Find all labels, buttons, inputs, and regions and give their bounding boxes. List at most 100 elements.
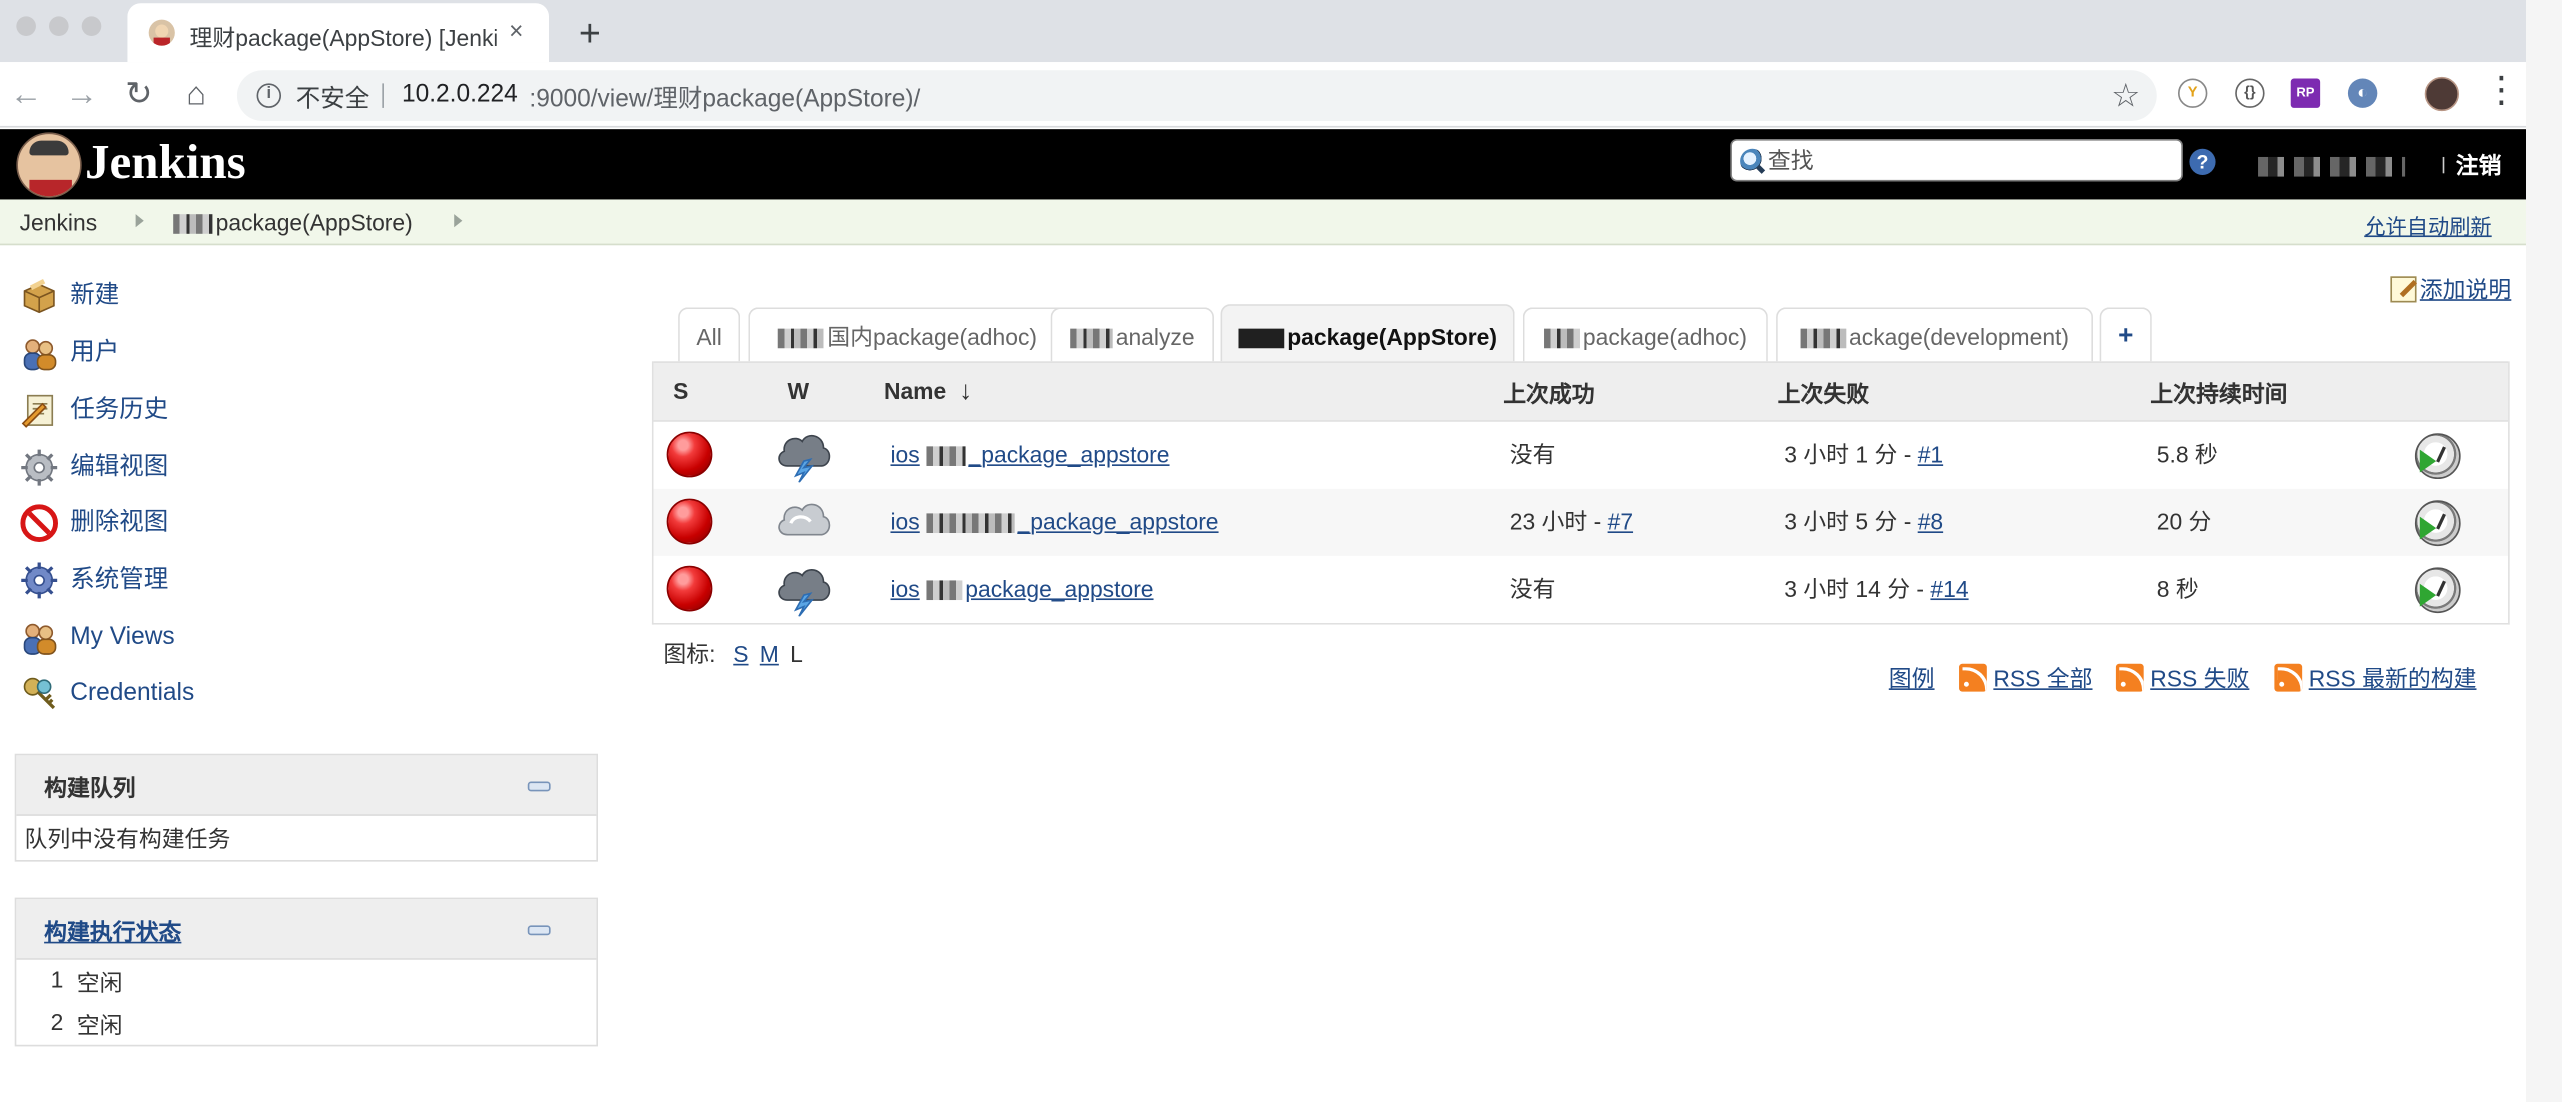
tab-all[interactable]: All <box>678 307 741 367</box>
new-tab-button[interactable]: + <box>569 13 611 56</box>
rss-feed-icon[interactable] <box>1959 663 1987 692</box>
job-name-link[interactable]: ios package_appstore <box>890 574 1153 603</box>
sidebar-item-label[interactable]: 系统管理 <box>70 564 168 597</box>
legend-link[interactable]: 图例 <box>1889 662 1935 695</box>
window-minimize-control[interactable] <box>49 16 69 36</box>
security-label: 不安全 <box>295 85 370 113</box>
back-button[interactable]: ← <box>7 75 46 114</box>
collapse-icon[interactable] <box>527 781 551 792</box>
window-close-control[interactable] <box>16 16 36 36</box>
job-name-link[interactable]: ios _package_appstore <box>890 507 1218 536</box>
sidebar-item-label[interactable]: 任务历史 <box>70 394 168 427</box>
jenkins-logo-icon[interactable] <box>16 132 82 198</box>
breadcrumb-current-view[interactable]: package(AppStore) <box>173 208 413 237</box>
yandex-extension-icon[interactable]: Y <box>2177 78 2208 108</box>
enable-auto-refresh-link[interactable]: 允许自动刷新 <box>2364 209 2491 240</box>
close-tab-icon[interactable]: × <box>500 16 533 49</box>
rss-feed-icon[interactable] <box>2274 663 2303 692</box>
logout-link[interactable]: 注销 <box>2456 149 2502 182</box>
schedule-build-icon[interactable] <box>2414 567 2461 614</box>
schedule-build-icon[interactable] <box>2414 500 2461 547</box>
breadcrumb-redacted-prefix <box>173 214 213 235</box>
last-failure-cell: 3 小时 5 分 - #8 <box>1784 507 1943 536</box>
executor-status: 空闲 <box>76 969 123 996</box>
users-icon <box>23 623 57 655</box>
rss-feed-icon[interactable] <box>2115 663 2144 692</box>
rss-latest-builds-link[interactable]: RSS 最新的构建 <box>2309 662 2477 695</box>
rss-failures-link[interactable]: RSS 失败 <box>2150 662 2249 695</box>
user-name-redacted[interactable] <box>2258 156 2406 177</box>
last-failure-build-link[interactable]: #14 <box>1930 576 1968 602</box>
jenkins-search-box[interactable]: 查找 <box>1730 138 2183 182</box>
name-column-header[interactable]: Name ↓ <box>884 378 972 407</box>
tab-domestic-adhoc[interactable]: 国内package(adhoc) <box>748 307 1067 367</box>
url-host: 10.2.0.224 <box>401 80 518 108</box>
reload-button[interactable]: ↻ <box>119 75 158 114</box>
thunderstorm-icon <box>778 434 831 483</box>
table-row: ios _package_appstore 23 小时 - #7 3 小时 5 … <box>653 488 2509 556</box>
status-column-header[interactable]: S <box>673 378 688 404</box>
icon-size-medium-link[interactable]: M <box>760 641 779 667</box>
last-success-column-header[interactable]: 上次成功 <box>1503 378 1594 411</box>
last-duration-column-header[interactable]: 上次持续时间 <box>2150 378 2287 411</box>
sidebar-item-my-views[interactable]: My Views <box>20 616 510 659</box>
sidebar-item-label[interactable]: My Views <box>70 621 174 654</box>
last-success-build-link[interactable]: #7 <box>1608 508 1633 534</box>
icon-size-label: 图标: <box>663 640 716 668</box>
jenkins-title[interactable]: Jenkins <box>85 134 246 193</box>
sidebar-item-users[interactable]: 用户 <box>20 332 510 375</box>
tab-package-appstore[interactable]: package(AppStore) <box>1220 304 1515 368</box>
last-failure-cell: 3 小时 1 分 - #1 <box>1784 440 1943 469</box>
last-failure-build-link[interactable]: #8 <box>1918 508 1943 534</box>
sidebar-item-new[interactable]: 新建 <box>20 275 510 318</box>
job-name-link[interactable]: ios _package_appstore <box>890 440 1169 469</box>
sidebar-item-credentials[interactable]: Credentials <box>20 672 510 715</box>
collapse-icon[interactable] <box>527 925 551 936</box>
sidebar-item-label[interactable]: 新建 <box>70 280 119 313</box>
rss-all-link[interactable]: RSS 全部 <box>1993 662 2092 695</box>
sidebar-item-label[interactable]: Credentials <box>70 677 194 710</box>
last-failure-build-link[interactable]: #1 <box>1918 441 1943 467</box>
home-button[interactable]: ⌂ <box>176 75 215 114</box>
icon-size-small-link[interactable]: S <box>733 641 748 667</box>
last-failure-column-header[interactable]: 上次失败 <box>1778 378 1869 411</box>
executor-status-body: 1 空闲 2 空闲 <box>16 960 596 1047</box>
bookmark-star-icon[interactable]: ☆ <box>2111 75 2140 116</box>
sidebar-item-label[interactable]: 用户 <box>70 337 119 370</box>
icon-size-selector: 图标: S M L <box>663 638 802 671</box>
add-view-tab[interactable]: + <box>2099 307 2152 367</box>
json-extension-icon[interactable]: {} <box>2235 78 2265 108</box>
sidebar-item-edit-view[interactable]: 编辑视图 <box>20 446 510 489</box>
address-bar[interactable]: i 不安全 10.2.0.224 :9000/view/理财package(Ap… <box>236 70 2157 121</box>
profile-avatar-icon[interactable] <box>2424 76 2460 112</box>
breadcrumb-arrow-icon[interactable] <box>454 214 463 228</box>
sidebar-item-manage[interactable]: 系统管理 <box>20 559 510 602</box>
breadcrumb-jenkins[interactable]: Jenkins <box>20 208 98 237</box>
browser-tab-active[interactable]: 理财package(AppStore) [Jenkins] × <box>127 3 549 63</box>
sidebar-item-label[interactable]: 删除视图 <box>70 507 168 540</box>
add-description-label[interactable]: 添加说明 <box>2420 273 2511 306</box>
tab-package-development[interactable]: ackage(development) <box>1776 307 2094 367</box>
executor-number: 2 <box>50 1008 64 1035</box>
sidebar-item-delete-view[interactable]: 删除视图 <box>20 502 510 545</box>
key-icon <box>23 677 56 710</box>
sidebar-item-history[interactable]: 任务历史 <box>20 389 510 432</box>
forward-button[interactable]: → <box>62 75 101 114</box>
breadcrumb-arrow-icon[interactable] <box>135 214 144 228</box>
browser-menu-icon[interactable]: ⋮ <box>2484 71 2520 113</box>
executor-status-title[interactable]: 构建执行状态 <box>44 916 181 949</box>
window-maximize-control[interactable] <box>81 16 102 36</box>
site-info-icon[interactable]: i <box>256 83 282 108</box>
help-icon[interactable]: ? <box>2189 148 2216 175</box>
search-placeholder[interactable]: 查找 <box>1768 144 1814 177</box>
compass-extension-icon[interactable]: ◐ <box>2347 78 2378 108</box>
schedule-build-icon[interactable] <box>2414 433 2461 480</box>
name-column-label: Name <box>883 377 947 404</box>
table-row: ios package_appstore 没有 3 小时 14 分 - #14 … <box>653 555 2509 623</box>
tab-analyze[interactable]: analyze <box>1050 307 1214 367</box>
weather-column-header[interactable]: W <box>788 378 810 404</box>
rp-extension-icon[interactable]: RP <box>2290 78 2321 108</box>
notepad-icon <box>21 394 54 428</box>
tab-package-adhoc[interactable]: package(adhoc) <box>1522 307 1768 367</box>
sidebar-item-label[interactable]: 编辑视图 <box>70 451 168 484</box>
